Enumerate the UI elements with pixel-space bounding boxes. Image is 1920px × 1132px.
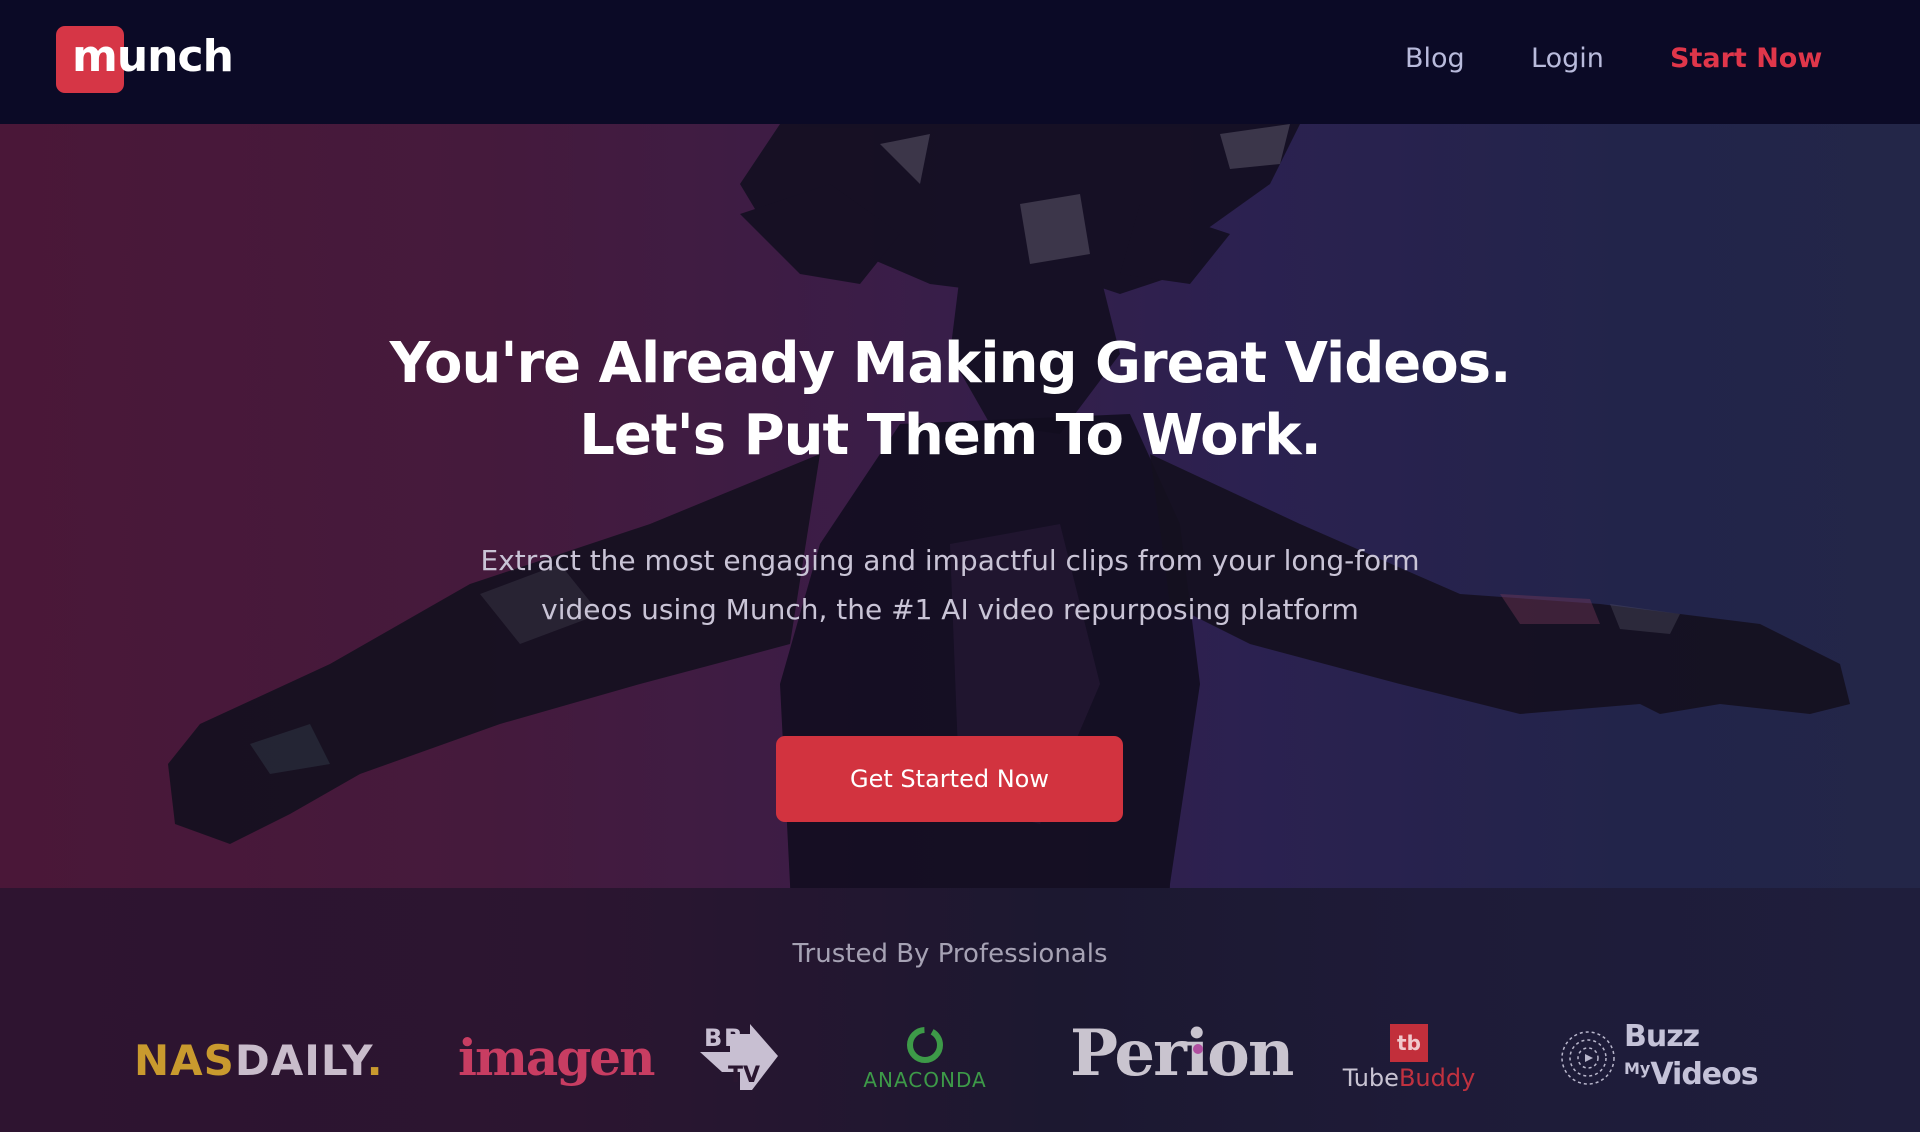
svg-text:B: B	[704, 1024, 722, 1052]
partner-logos: NASDAILY. imagen B B TV ANACONDA Perion …	[0, 888, 1920, 1132]
nasdaily-nas: NAS	[134, 1036, 235, 1085]
get-started-button[interactable]: Get Started Now	[776, 736, 1123, 822]
logo-anaconda: ANACONDA	[860, 1024, 990, 1094]
nav-link-blog[interactable]: Blog	[1405, 43, 1465, 74]
subtitle-line-2: videos using Munch, the #1 AI video repu…	[541, 593, 1359, 626]
logo-text: munch	[72, 30, 234, 82]
svg-text:TV: TV	[728, 1063, 760, 1088]
buzz-text: Buzz MyVideos	[1624, 1019, 1759, 1092]
logo-imagen: imagen	[458, 1028, 655, 1087]
buzz-word: Buzz	[1624, 1019, 1700, 1054]
anaconda-text: ANACONDA	[863, 1068, 987, 1092]
top-nav: munch Blog Login Start Now	[0, 0, 1920, 124]
nav-link-login[interactable]: Login	[1531, 43, 1604, 74]
logo-buzz-my-videos: Buzz MyVideos	[1560, 1019, 1770, 1094]
logo-tubebuddy: tb TubeBuddy	[1334, 1024, 1484, 1096]
nav-link-start-now[interactable]: Start Now	[1670, 43, 1822, 74]
munch-logo[interactable]: munch	[56, 26, 234, 94]
logo-perion: Perion	[1070, 1016, 1294, 1091]
tubebuddy-badge-icon: tb	[1390, 1024, 1428, 1062]
headline-line-1: You're Already Making Great Videos.	[389, 331, 1512, 396]
hero-subtitle: Extract the most engaging and impactful …	[0, 536, 1900, 634]
buzz-my-word: My	[1624, 1059, 1651, 1078]
tubebuddy-text: TubeBuddy	[1334, 1064, 1484, 1092]
tubebuddy-tube: Tube	[1342, 1064, 1399, 1092]
subtitle-line-1: Extract the most engaging and impactful …	[480, 544, 1420, 577]
svg-text:B: B	[724, 1024, 742, 1052]
perion-dot-icon	[1193, 1044, 1203, 1054]
buzz-globe-icon	[1561, 1031, 1615, 1085]
nasdaily-dot: .	[366, 1036, 384, 1085]
nasdaily-daily: DAILY	[234, 1036, 367, 1085]
logo-nasdaily: NASDAILY.	[134, 1036, 384, 1085]
buzz-videos-word: Videos	[1650, 1057, 1758, 1092]
logo-bbtv: B B TV	[700, 1024, 778, 1090]
trusted-by-section: Trusted By Professionals NASDAILY. image…	[0, 888, 1920, 1132]
anaconda-ring-icon	[907, 1027, 943, 1063]
headline-line-2: Let's Put Them To Work.	[579, 403, 1322, 468]
hero-headline: You're Already Making Great Videos. Let'…	[0, 328, 1900, 472]
tubebuddy-buddy: Buddy	[1398, 1064, 1476, 1092]
hero-section: You're Already Making Great Videos. Let'…	[0, 124, 1920, 888]
